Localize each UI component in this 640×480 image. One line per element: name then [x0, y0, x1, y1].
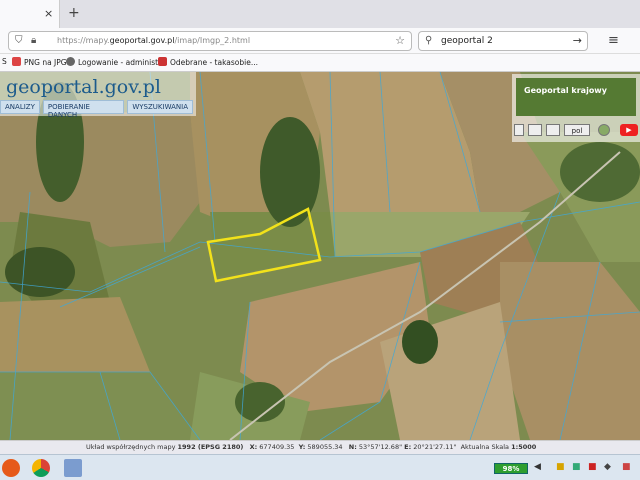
pdf-icon[interactable]: ■	[588, 462, 597, 472]
n-label: N:	[348, 443, 357, 451]
map-canvas[interactable]: geoportal.gov.pl ANALIZY POBIERANIE DANY…	[0, 72, 640, 440]
youtube-icon[interactable]: ▶	[620, 124, 638, 136]
tab-bar: × +	[0, 0, 640, 28]
bookmark-label: S	[2, 57, 7, 66]
coordinates-status-bar: Układ współrzędnych mapy 1992 (EPSG 2180…	[0, 440, 640, 454]
nav-bar: ⛉ 🔒︎ https://mapy.geoportal.gov.pl/imap/…	[0, 28, 640, 54]
search-go-arrow-icon[interactable]: →	[573, 34, 582, 47]
home-icon[interactable]	[64, 459, 82, 477]
y-label: Y:	[298, 443, 306, 451]
new-tab-button[interactable]: +	[68, 5, 80, 21]
geoportal-header: geoportal.gov.pl ANALIZY POBIERANIE DANY…	[0, 72, 196, 119]
x-label: X:	[249, 443, 258, 451]
folder-icon[interactable]: ■	[556, 462, 565, 472]
bookmark-item[interactable]: S	[2, 57, 7, 66]
help-icon[interactable]	[598, 124, 610, 136]
overview-label: Geoportal krajowy	[524, 86, 607, 95]
menu-analizy[interactable]: ANALIZY	[0, 100, 40, 114]
scale-value: 1:5000	[511, 443, 537, 451]
tool-button-2[interactable]	[528, 124, 542, 136]
overview-toolbar: pol ▶	[514, 124, 640, 138]
overview-panel: Geoportal krajowy pol ▶	[512, 74, 640, 142]
longitude: 20°21'27.11"	[413, 443, 457, 451]
taskbar: 98% ◀ ■ ■ ■ ◆ ■	[0, 454, 640, 480]
notification-icon[interactable]: ■	[622, 462, 631, 472]
y-coordinate: 589055.34	[307, 443, 343, 451]
gmail-icon	[158, 57, 167, 66]
url-prefix: https://mapy.	[57, 36, 110, 45]
battery-indicator[interactable]: 98%	[494, 463, 528, 474]
menu-pobieranie-danych[interactable]: POBIERANIE DANYCH	[42, 100, 125, 119]
url-domain: geoportal.gov.pl	[109, 36, 175, 45]
bookmarks-bar: S PNG na JPG Logowanie - administr... Od…	[0, 54, 640, 72]
browser-menu-icon[interactable]: ≡	[608, 33, 619, 48]
lock-icon[interactable]: 🔒︎	[31, 35, 36, 46]
bookmark-item[interactable]: Odebrane - takasobie...	[158, 57, 258, 67]
search-icon: ⚲	[425, 35, 433, 46]
png-icon	[12, 57, 21, 66]
app-tray-icon[interactable]: ■	[572, 462, 581, 472]
search-bar[interactable]: ⚲ geoportal 2 →	[418, 31, 588, 51]
bookmark-label: PNG na JPG	[24, 58, 67, 67]
firefox-icon[interactable]	[2, 459, 20, 477]
bookmark-item[interactable]: PNG na JPG	[12, 57, 67, 67]
tool-button-1[interactable]	[514, 124, 524, 136]
overview-map-thumbnail[interactable]: Geoportal krajowy	[516, 78, 636, 116]
scale-label: Aktualna Skala	[460, 443, 509, 451]
map-menu: ANALIZY POBIERANIE DANYCH WYSZUKIWANIA	[0, 100, 196, 119]
network-icon[interactable]: ◀	[534, 462, 541, 472]
crs-label: Układ współrzędnych mapy	[86, 443, 176, 451]
bookmark-label: Logowanie - administr...	[78, 58, 168, 67]
menu-wyszukiwania[interactable]: WYSZUKIWANIA	[127, 100, 193, 114]
address-bar[interactable]: ⛉ 🔒︎ https://mapy.geoportal.gov.pl/imap/…	[8, 31, 412, 51]
browser-tab[interactable]: ×	[0, 0, 60, 28]
latitude: 53°57'12.68"	[358, 443, 403, 451]
sound-icon[interactable]: ◆	[604, 462, 611, 472]
crs-value: 1992 (EPSG 2180)	[177, 443, 244, 451]
tool-button-3[interactable]	[546, 124, 560, 136]
bookmark-label: Odebrane - takasobie...	[170, 58, 259, 67]
language-select[interactable]: pol	[564, 124, 590, 136]
search-input[interactable]: geoportal 2	[441, 36, 493, 46]
shield-icon[interactable]: ⛉	[15, 35, 23, 46]
x-coordinate: 677409.35	[259, 443, 295, 451]
bookmark-star-icon[interactable]: ☆	[395, 34, 405, 47]
globe-icon	[66, 57, 75, 66]
bookmark-item[interactable]: Logowanie - administr...	[66, 57, 168, 67]
e-label: E:	[404, 443, 412, 451]
url-text[interactable]: https://mapy.geoportal.gov.pl/imap/Imgp_…	[57, 36, 250, 45]
close-tab-icon[interactable]: ×	[44, 7, 53, 20]
geoportal-logo[interactable]: geoportal.gov.pl	[6, 76, 161, 98]
chrome-icon[interactable]	[32, 459, 50, 477]
url-path: /imap/Imgp_2.html	[174, 36, 251, 45]
